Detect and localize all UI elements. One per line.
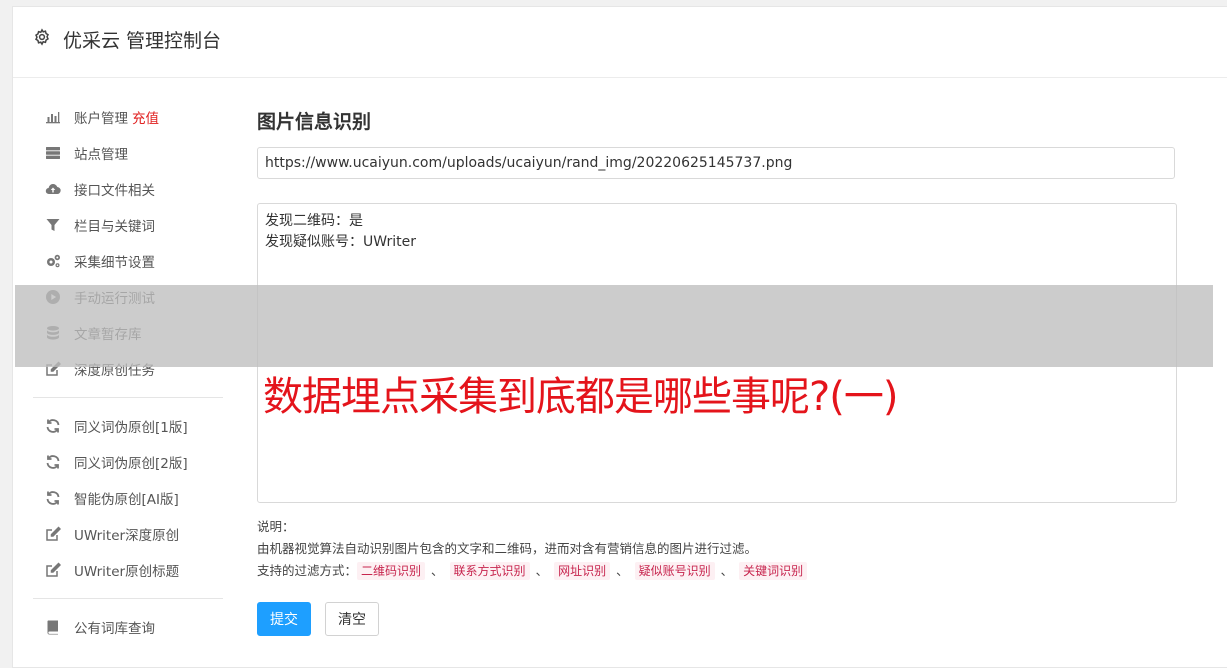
edit-icon <box>44 525 62 543</box>
sidebar-item[interactable]: 公有词库查询 <box>33 609 223 645</box>
main-content: 图片信息识别 发现二维码：是 发现疑似账号：UWriter 说明： 由机器视觉算… <box>257 107 1177 636</box>
filter-tag: 网址识别 <box>554 562 611 580</box>
notes: 说明： 由机器视觉算法自动识别图片包含的文字和二维码，进而对含有营销信息的图片进… <box>257 516 808 582</box>
sidebar-item[interactable]: 智能伪原创[AI版] <box>33 480 223 516</box>
gear-icon <box>33 28 51 46</box>
result-line: 发现二维码：是 <box>265 213 363 229</box>
sidebar-item[interactable]: 同义词伪原创[1版] <box>33 408 223 444</box>
sidebar-item[interactable]: UWriter深度原创 <box>33 516 223 552</box>
sidebar-item-label: 账户管理 <box>74 111 128 127</box>
sidebar-item-label: 同义词伪原创[1版] <box>74 420 188 436</box>
filter-separator: 、 <box>535 563 549 578</box>
notes-label: 说明： <box>257 519 295 534</box>
overlay-caption: 数据埋点采集到底都是哪些事呢?(一) <box>263 374 898 420</box>
filter-tag: 二维码识别 <box>357 562 426 580</box>
filter-tag: 联系方式识别 <box>449 562 530 580</box>
cloud-upload-icon <box>44 180 62 198</box>
filter-separator: 、 <box>616 563 629 578</box>
refresh-icon <box>44 453 62 471</box>
clear-button[interactable]: 清空 <box>325 602 379 636</box>
filter-icon <box>44 216 62 234</box>
sidebar-item[interactable]: 同义词伪原创[2版] <box>33 444 223 480</box>
filter-separator: 、 <box>720 563 734 578</box>
sidebar-item[interactable]: UWriter原创标题 <box>33 552 223 588</box>
notes-text: 由机器视觉算法自动识别图片包含的文字和二维码，进而对含有营销信息的图片进行过滤。 <box>257 541 758 556</box>
sidebar-item[interactable]: 接口文件相关 <box>33 171 223 207</box>
filter-separator: 、 <box>431 563 444 578</box>
console-title: 优采云 管理控制台 <box>63 30 222 52</box>
sidebar-item-label: 同义词伪原创[2版] <box>74 456 188 472</box>
sidebar-item-label: 栏目与关键词 <box>74 219 155 235</box>
sidebar-item-label: UWriter原创标题 <box>74 564 180 580</box>
edit-icon <box>44 561 62 579</box>
page-title: 图片信息识别 <box>257 111 372 133</box>
sidebar-item-label: 采集细节设置 <box>74 255 155 271</box>
sidebar-item[interactable]: 账户管理 充值 <box>33 99 223 135</box>
header: 优采云 管理控制台 <box>13 7 1227 78</box>
result-line: 发现疑似账号：UWriter <box>265 234 416 250</box>
recharge-link[interactable]: 充值 <box>132 107 159 127</box>
sidebar-item-label: UWriter深度原创 <box>74 528 180 544</box>
book-icon <box>44 618 62 636</box>
filter-tag: 疑似账号识别 <box>634 562 715 580</box>
image-url-input[interactable] <box>257 147 1175 179</box>
sidebar-item-label: 智能伪原创[AI版] <box>74 492 179 508</box>
filters-line: 支持的过滤方式： 二维码识别、联系方式识别、网址识别、疑似账号识别、关键词识别 <box>257 560 808 582</box>
filters-label: 支持的过滤方式： <box>257 563 358 578</box>
sidebar-divider <box>33 397 223 398</box>
sidebar: 账户管理充值站点管理接口文件相关栏目与关键词采集细节设置手动运行测试文章暂存库深… <box>33 99 223 645</box>
sidebar-item-label: 站点管理 <box>74 147 128 163</box>
gears-icon <box>44 252 62 270</box>
sidebar-item[interactable]: 栏目与关键词 <box>33 207 223 243</box>
sidebar-item[interactable]: 站点管理 <box>33 135 223 171</box>
bar-chart-icon <box>44 108 62 126</box>
gray-overlay-band <box>15 285 1213 367</box>
sidebar-divider <box>33 598 223 599</box>
refresh-icon <box>44 489 62 507</box>
sidebar-item-label: 公有词库查询 <box>74 621 155 637</box>
server-icon <box>44 144 62 162</box>
refresh-icon <box>44 417 62 435</box>
submit-button[interactable]: 提交 <box>257 602 311 636</box>
sidebar-item-label: 接口文件相关 <box>74 183 155 199</box>
filter-tag: 关键词识别 <box>739 562 808 580</box>
sidebar-item[interactable]: 采集细节设置 <box>33 243 223 279</box>
